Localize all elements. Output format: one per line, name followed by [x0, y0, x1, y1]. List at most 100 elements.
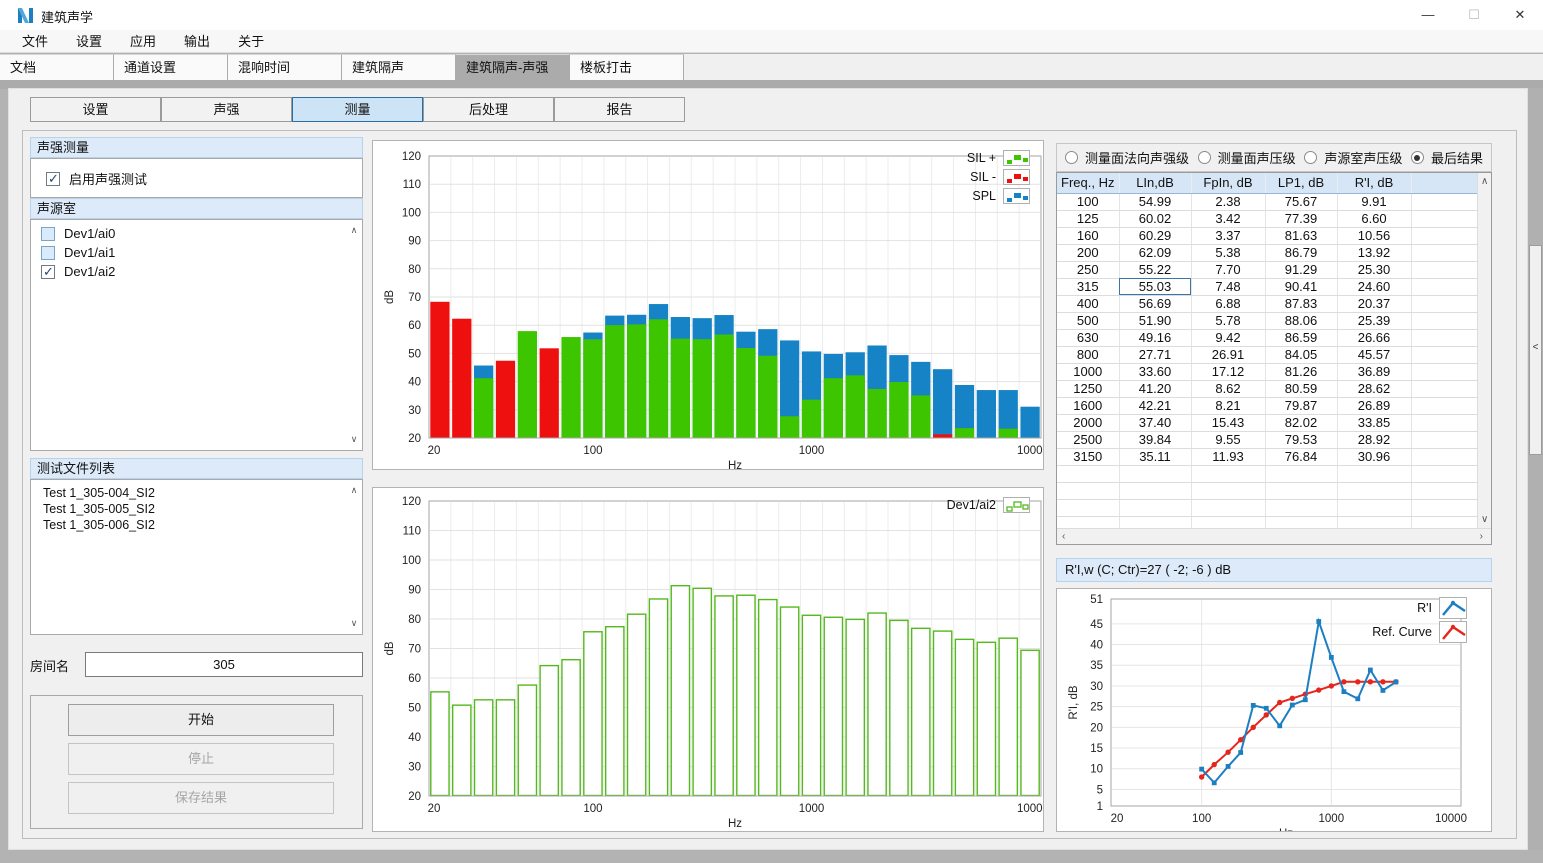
table-cell[interactable]: 35.11	[1119, 448, 1191, 465]
table-cell[interactable]: 54.99	[1119, 193, 1191, 210]
test-file-item-1[interactable]: Test 1_305-005_SI2	[31, 502, 362, 518]
table-cell[interactable]: 81.26	[1265, 363, 1337, 380]
table-horizontal-scrollbar[interactable]: ‹ ›	[1057, 528, 1491, 544]
tab-3[interactable]: 建筑隔声	[342, 54, 456, 80]
table-cell[interactable]: 1000	[1057, 363, 1119, 380]
radio-option-3[interactable]: 最后结果	[1411, 148, 1483, 167]
menu-item-4[interactable]: 关于	[224, 30, 278, 53]
table-cell[interactable]: 2000	[1057, 414, 1119, 431]
table-cell[interactable]: 60.29	[1119, 227, 1191, 244]
radio-option-1[interactable]: 测量面声压级	[1198, 148, 1296, 167]
table-cell[interactable]: 33.85	[1337, 414, 1411, 431]
table-cell[interactable]: 30.96	[1337, 448, 1411, 465]
table-cell[interactable]	[1411, 244, 1477, 261]
table-cell[interactable]: 125	[1057, 210, 1119, 227]
table-cell[interactable]: 9.42	[1191, 329, 1265, 346]
table-cell[interactable]	[1411, 363, 1477, 380]
menu-item-0[interactable]: 文件	[8, 30, 62, 53]
subtab-3[interactable]: 后处理	[423, 97, 554, 122]
scroll-up-icon[interactable]: ∧	[1481, 176, 1488, 187]
table-cell[interactable]: 7.70	[1191, 261, 1265, 278]
table-cell[interactable]: 56.69	[1119, 295, 1191, 312]
table-cell[interactable]: 15.43	[1191, 414, 1265, 431]
table-cell[interactable]: 3.37	[1191, 227, 1265, 244]
table-cell[interactable]: 90.41	[1265, 278, 1337, 295]
table-cell[interactable]: 25.30	[1337, 261, 1411, 278]
table-cell[interactable]	[1411, 295, 1477, 312]
table-cell[interactable]: 86.59	[1265, 329, 1337, 346]
radio-icon[interactable]	[1198, 151, 1211, 164]
table-cell[interactable]: 2500	[1057, 431, 1119, 448]
table-cell[interactable]: 3150	[1057, 448, 1119, 465]
table-cell[interactable]: 400	[1057, 295, 1119, 312]
table-cell[interactable]: 630	[1057, 329, 1119, 346]
table-cell[interactable]	[1411, 448, 1477, 465]
table-cell[interactable]	[1411, 380, 1477, 397]
table-cell[interactable]: 62.09	[1119, 244, 1191, 261]
table-cell[interactable]: 8.21	[1191, 397, 1265, 414]
table-cell[interactable]	[1411, 312, 1477, 329]
test-file-item-0[interactable]: Test 1_305-004_SI2	[31, 486, 362, 502]
table-cell[interactable]: 3.42	[1191, 210, 1265, 227]
menu-item-2[interactable]: 应用	[116, 30, 170, 53]
table-cell[interactable]	[1411, 346, 1477, 363]
table-cell[interactable]	[1411, 227, 1477, 244]
table-cell[interactable]: 27.71	[1119, 346, 1191, 363]
source-room-item-1[interactable]: Dev1/ai1	[31, 243, 362, 262]
table-cell[interactable]: 87.83	[1265, 295, 1337, 312]
scroll-left-icon[interactable]: ‹	[1062, 531, 1065, 542]
table-cell[interactable]: 1250	[1057, 380, 1119, 397]
table-cell[interactable]: 26.89	[1337, 397, 1411, 414]
table-cell[interactable]: 7.48	[1191, 278, 1265, 295]
table-cell[interactable]: 800	[1057, 346, 1119, 363]
tab-2[interactable]: 混响时间	[228, 54, 342, 80]
table-cell[interactable]: 5.78	[1191, 312, 1265, 329]
scroll-up-icon[interactable]: ∧	[348, 485, 360, 496]
test-file-item-2[interactable]: Test 1_305-006_SI2	[31, 518, 362, 534]
table-cell[interactable]: 1600	[1057, 397, 1119, 414]
table-cell[interactable]: 160	[1057, 227, 1119, 244]
table-cell[interactable]: 79.87	[1265, 397, 1337, 414]
table-cell[interactable]: 26.91	[1191, 346, 1265, 363]
menu-item-3[interactable]: 输出	[170, 30, 224, 53]
table-cell[interactable]: 24.60	[1337, 278, 1411, 295]
source-room-item-0[interactable]: Dev1/ai0	[31, 224, 362, 243]
table-cell[interactable]: 41.20	[1119, 380, 1191, 397]
table-vertical-scrollbar[interactable]: ∧ ∨	[1477, 173, 1491, 528]
table-cell[interactable]: 10.56	[1337, 227, 1411, 244]
checkbox-icon[interactable]	[41, 265, 55, 279]
subtab-1[interactable]: 声强	[161, 97, 292, 122]
scroll-down-icon[interactable]: ∨	[348, 618, 360, 629]
scroll-up-icon[interactable]: ∧	[348, 225, 360, 236]
maximize-icon[interactable]: ☐	[1451, 0, 1497, 30]
scroll-down-icon[interactable]: ∨	[348, 434, 360, 445]
panel-collapse-button[interactable]: <	[1529, 245, 1542, 455]
scroll-right-icon[interactable]: ›	[1480, 531, 1483, 542]
menu-item-1[interactable]: 设置	[62, 30, 116, 53]
checkbox-icon[interactable]	[41, 246, 55, 260]
radio-icon[interactable]	[1411, 151, 1424, 164]
table-cell[interactable]: 500	[1057, 312, 1119, 329]
tab-0[interactable]: 文档	[0, 54, 114, 80]
table-cell[interactable]: 200	[1057, 244, 1119, 261]
table-cell[interactable]: 55.03	[1119, 278, 1191, 295]
table-cell[interactable]: 75.67	[1265, 193, 1337, 210]
table-cell[interactable]: 26.66	[1337, 329, 1411, 346]
table-cell[interactable]: 76.84	[1265, 448, 1337, 465]
table-cell[interactable]: 79.53	[1265, 431, 1337, 448]
table-cell[interactable]: 28.62	[1337, 380, 1411, 397]
table-cell[interactable]: 20.37	[1337, 295, 1411, 312]
table-cell[interactable]: 250	[1057, 261, 1119, 278]
table-cell[interactable]: 6.88	[1191, 295, 1265, 312]
table-cell[interactable]: 28.92	[1337, 431, 1411, 448]
tab-1[interactable]: 通道设置	[114, 54, 228, 80]
table-cell[interactable]	[1411, 431, 1477, 448]
tab-5[interactable]: 楼板打击	[570, 54, 684, 80]
table-cell[interactable]: 45.57	[1337, 346, 1411, 363]
table-cell[interactable]: 80.59	[1265, 380, 1337, 397]
table-cell[interactable]: 8.62	[1191, 380, 1265, 397]
table-cell[interactable]: 39.84	[1119, 431, 1191, 448]
subtab-2[interactable]: 测量	[292, 97, 423, 122]
table-cell[interactable]: 9.91	[1337, 193, 1411, 210]
table-cell[interactable]: 86.79	[1265, 244, 1337, 261]
